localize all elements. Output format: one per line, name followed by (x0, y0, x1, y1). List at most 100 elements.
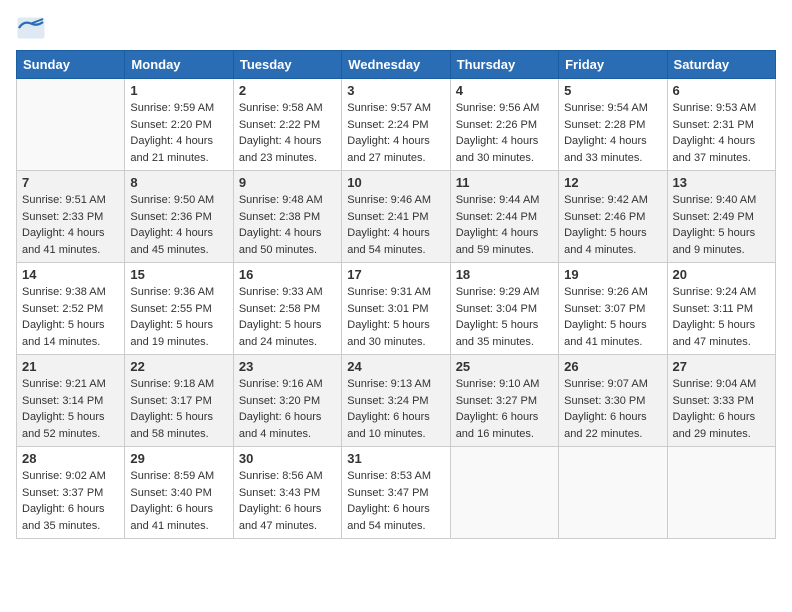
day-detail: Sunrise: 9:16 AMSunset: 3:20 PMDaylight:… (239, 376, 336, 442)
day-number: 6 (673, 83, 770, 98)
day-number: 23 (239, 359, 336, 374)
day-detail: Sunrise: 9:21 AMSunset: 3:14 PMDaylight:… (22, 376, 119, 442)
day-number: 28 (22, 451, 119, 466)
table-row: 25 Sunrise: 9:10 AMSunset: 3:27 PMDayligh… (450, 355, 558, 447)
day-detail: Sunrise: 8:59 AMSunset: 3:40 PMDaylight:… (130, 468, 227, 534)
calendar-week-row: 14Sunrise: 9:38 AMSunset: 2:52 PMDayligh… (17, 263, 776, 355)
calendar-header-row: SundayMondayTuesdayWednesdayThursdayFrid… (17, 51, 776, 79)
table-row: 17 Sunrise: 9:31 AMSunset: 3:01 PMDayligh… (342, 263, 450, 355)
day-detail: Sunrise: 9:04 AMSunset: 3:33 PMDaylight:… (673, 376, 770, 442)
day-detail: Sunrise: 9:07 AMSunset: 3:30 PMDaylight:… (564, 376, 661, 442)
day-number: 22 (130, 359, 227, 374)
day-detail: Sunrise: 9:50 AMSunset: 2:36 PMDaylight:… (130, 192, 227, 258)
day-detail: Sunrise: 9:58 AMSunset: 2:22 PMDaylight:… (239, 100, 336, 166)
day-number: 20 (673, 267, 770, 282)
table-row: 15 Sunrise: 9:36 AMSunset: 2:55 PMDayligh… (125, 263, 233, 355)
day-number: 30 (239, 451, 336, 466)
column-header-thursday: Thursday (450, 51, 558, 79)
day-detail: Sunrise: 9:36 AMSunset: 2:55 PMDaylight:… (130, 284, 227, 350)
day-number: 25 (456, 359, 553, 374)
day-number: 31 (347, 451, 444, 466)
table-row: 16Sunrise: 9:33 AMSunset: 2:58 PMDayligh… (233, 263, 341, 355)
table-row: 29 Sunrise: 8:59 AMSunset: 3:40 PMDayligh… (125, 447, 233, 539)
day-number: 15 (130, 267, 227, 282)
day-number: 14 (22, 267, 119, 282)
logo-icon (16, 16, 46, 40)
table-row: 11Sunrise: 9:44 AMSunset: 2:44 PMDayligh… (450, 171, 558, 263)
table-row (667, 447, 775, 539)
day-detail: Sunrise: 9:18 AMSunset: 3:17 PMDaylight:… (130, 376, 227, 442)
table-row (450, 447, 558, 539)
table-row: 1Sunrise: 9:59 AMSunset: 2:20 PMDaylight… (125, 79, 233, 171)
table-row: 23 Sunrise: 9:16 AMSunset: 3:20 PMDayligh… (233, 355, 341, 447)
day-detail: Sunrise: 9:42 AMSunset: 2:46 PMDaylight:… (564, 192, 661, 258)
day-number: 29 (130, 451, 227, 466)
table-row: 8 Sunrise: 9:50 AMSunset: 2:36 PMDaylight… (125, 171, 233, 263)
table-row (559, 447, 667, 539)
logo (16, 16, 50, 40)
column-header-friday: Friday (559, 51, 667, 79)
day-detail: Sunrise: 9:10 AMSunset: 3:27 PMDaylight:… (456, 376, 553, 442)
table-row: 2Sunrise: 9:58 AMSunset: 2:22 PMDaylight… (233, 79, 341, 171)
column-header-tuesday: Tuesday (233, 51, 341, 79)
table-row: 30 Sunrise: 8:56 AMSunset: 3:43 PMDayligh… (233, 447, 341, 539)
day-detail: Sunrise: 9:51 AMSunset: 2:33 PMDaylight:… (22, 192, 119, 258)
calendar-week-row: 1Sunrise: 9:59 AMSunset: 2:20 PMDaylight… (17, 79, 776, 171)
table-row: 19Sunrise: 9:26 AMSunset: 3:07 PMDayligh… (559, 263, 667, 355)
column-header-monday: Monday (125, 51, 233, 79)
calendar-table: SundayMondayTuesdayWednesdayThursdayFrid… (16, 50, 776, 539)
day-number: 24 (347, 359, 444, 374)
day-number: 16 (239, 267, 336, 282)
table-row: 9 Sunrise: 9:48 AMSunset: 2:38 PMDaylight… (233, 171, 341, 263)
table-row: 5Sunrise: 9:54 AMSunset: 2:28 PMDaylight… (559, 79, 667, 171)
calendar-week-row: 21Sunrise: 9:21 AMSunset: 3:14 PMDayligh… (17, 355, 776, 447)
day-detail: Sunrise: 9:59 AMSunset: 2:20 PMDaylight:… (130, 100, 227, 166)
table-row: 6Sunrise: 9:53 AMSunset: 2:31 PMDaylight… (667, 79, 775, 171)
day-detail: Sunrise: 9:02 AMSunset: 3:37 PMDaylight:… (22, 468, 119, 534)
table-row: 3 Sunrise: 9:57 AMSunset: 2:24 PMDaylight… (342, 79, 450, 171)
column-header-wednesday: Wednesday (342, 51, 450, 79)
day-detail: Sunrise: 9:24 AMSunset: 3:11 PMDaylight:… (673, 284, 770, 350)
table-row: 22 Sunrise: 9:18 AMSunset: 3:17 PMDayligh… (125, 355, 233, 447)
table-row: 12 Sunrise: 9:42 AMSunset: 2:46 PMDayligh… (559, 171, 667, 263)
table-row: 18 Sunrise: 9:29 AMSunset: 3:04 PMDayligh… (450, 263, 558, 355)
day-detail: Sunrise: 9:40 AMSunset: 2:49 PMDaylight:… (673, 192, 770, 258)
day-detail: Sunrise: 9:56 AMSunset: 2:26 PMDaylight:… (456, 100, 553, 166)
table-row: 20 Sunrise: 9:24 AMSunset: 3:11 PMDayligh… (667, 263, 775, 355)
day-detail: Sunrise: 9:48 AMSunset: 2:38 PMDaylight:… (239, 192, 336, 258)
day-detail: Sunrise: 9:26 AMSunset: 3:07 PMDaylight:… (564, 284, 661, 350)
day-number: 3 (347, 83, 444, 98)
day-number: 18 (456, 267, 553, 282)
day-detail: Sunrise: 8:56 AMSunset: 3:43 PMDaylight:… (239, 468, 336, 534)
day-detail: Sunrise: 9:29 AMSunset: 3:04 PMDaylight:… (456, 284, 553, 350)
page-header (16, 16, 776, 40)
column-header-sunday: Sunday (17, 51, 125, 79)
table-row: 21Sunrise: 9:21 AMSunset: 3:14 PMDayligh… (17, 355, 125, 447)
day-number: 5 (564, 83, 661, 98)
day-number: 4 (456, 83, 553, 98)
day-number: 11 (456, 175, 553, 190)
day-detail: Sunrise: 9:57 AMSunset: 2:24 PMDaylight:… (347, 100, 444, 166)
column-header-saturday: Saturday (667, 51, 775, 79)
table-row: 31 Sunrise: 8:53 AMSunset: 3:47 PMDayligh… (342, 447, 450, 539)
day-detail: Sunrise: 8:53 AMSunset: 3:47 PMDaylight:… (347, 468, 444, 534)
table-row: 14Sunrise: 9:38 AMSunset: 2:52 PMDayligh… (17, 263, 125, 355)
table-row: 26Sunrise: 9:07 AMSunset: 3:30 PMDayligh… (559, 355, 667, 447)
day-number: 27 (673, 359, 770, 374)
day-number: 9 (239, 175, 336, 190)
table-row: 4 Sunrise: 9:56 AMSunset: 2:26 PMDaylight… (450, 79, 558, 171)
day-number: 13 (673, 175, 770, 190)
day-number: 17 (347, 267, 444, 282)
day-detail: Sunrise: 9:13 AMSunset: 3:24 PMDaylight:… (347, 376, 444, 442)
day-number: 8 (130, 175, 227, 190)
day-number: 7 (22, 175, 119, 190)
day-detail: Sunrise: 9:46 AMSunset: 2:41 PMDaylight:… (347, 192, 444, 258)
day-number: 10 (347, 175, 444, 190)
calendar-week-row: 7 Sunrise: 9:51 AMSunset: 2:33 PMDaylight… (17, 171, 776, 263)
table-row: 27 Sunrise: 9:04 AMSunset: 3:33 PMDayligh… (667, 355, 775, 447)
table-row: 24 Sunrise: 9:13 AMSunset: 3:24 PMDayligh… (342, 355, 450, 447)
calendar-week-row: 28 Sunrise: 9:02 AMSunset: 3:37 PMDayligh… (17, 447, 776, 539)
day-number: 12 (564, 175, 661, 190)
day-detail: Sunrise: 9:31 AMSunset: 3:01 PMDaylight:… (347, 284, 444, 350)
table-row: 28 Sunrise: 9:02 AMSunset: 3:37 PMDayligh… (17, 447, 125, 539)
